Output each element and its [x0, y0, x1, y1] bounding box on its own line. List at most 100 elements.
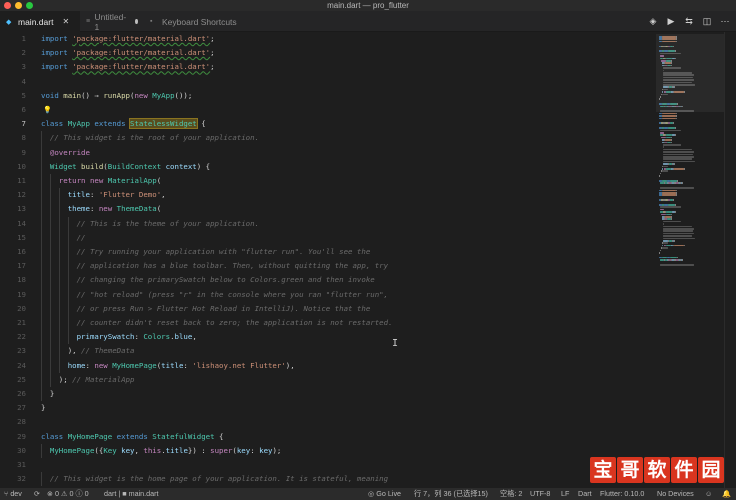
code-token: ); [41, 374, 73, 384]
line-number: 5 [21, 90, 26, 100]
more-icon[interactable]: ⋯ [720, 16, 730, 27]
code-line[interactable]: 22 primarySwatch: Colors.blue, [0, 330, 652, 345]
code-line[interactable]: 16 // Try running your application with … [0, 245, 652, 260]
code-line[interactable]: 29 class MyHomePage extends StatefulWidge… [0, 430, 652, 444]
indent-guide [49, 301, 51, 316]
code-token: ); [272, 445, 282, 455]
code-line[interactable]: 26 } [0, 387, 652, 402]
code-token: : [89, 190, 99, 200]
run-icon[interactable]: ▶ [666, 16, 676, 27]
minimap-token [682, 182, 684, 184]
code-token: MyHomePage [67, 431, 117, 441]
code-token: // changing the primarySwatch below to C… [41, 275, 375, 285]
code-line[interactable]: 10 Widget build(BuildContext context) { [0, 159, 652, 174]
code-line[interactable]: 15 // [0, 230, 652, 245]
code-token: // application has a blue toolbar. Then,… [41, 261, 389, 271]
encoding[interactable]: UTF-8 [530, 488, 550, 500]
code-line[interactable]: 8 // This widget is the root of your app… [0, 131, 652, 146]
indent-guide [41, 358, 42, 373]
code-line[interactable]: 13 theme: new ThemeData( [0, 202, 652, 217]
line-number: 11 [17, 176, 26, 185]
sync-icon[interactable]: ⟳ [34, 488, 40, 500]
line-number: 19 [17, 289, 26, 299]
unsaved-dot-icon[interactable] [135, 19, 138, 24]
indent-guide [58, 202, 60, 217]
minimap-token [659, 264, 695, 266]
tab-keyboard-shortcuts[interactable]: ▪ Keyboard Shortcuts [144, 11, 254, 32]
code-line[interactable]: 1 import 'package:flutter/material.dart'; [0, 32, 652, 46]
code-line[interactable]: 11 return new MaterialApp( [0, 174, 652, 189]
minimap-token [662, 235, 693, 237]
indent-guide [49, 273, 51, 288]
workspace-status[interactable]: dart | ■ main.dart [104, 488, 159, 500]
code-line[interactable]: 23 ), // ThemeData [0, 344, 652, 359]
device-selector[interactable]: No Devices [657, 488, 694, 500]
language-mode[interactable]: Dart [578, 488, 592, 500]
code-editor[interactable]: 1 import 'package:flutter/material.dart';… [0, 32, 652, 488]
line-number: 1 [21, 34, 26, 43]
minimap-token [674, 134, 677, 136]
code-line[interactable]: 14 // This is the theme of your applicat… [0, 216, 652, 231]
minimap-token [662, 144, 682, 146]
code-line[interactable]: 24 home: new MyHomePage(title: 'lishaoy.… [0, 358, 652, 373]
code-token: import [41, 48, 73, 58]
problems-status[interactable]: ⊗ 0 ⚠ 0 ⓘ 0 [47, 488, 89, 500]
split-editor-icon[interactable]: ◫ [702, 16, 712, 27]
code-text: // This widget is the root of your appli… [41, 131, 259, 145]
watermark-glyph: 软 [644, 457, 670, 483]
indent-guide [41, 287, 42, 302]
code-token: } [41, 403, 46, 413]
code-line[interactable]: 27} [0, 401, 652, 415]
minimap-viewport[interactable] [656, 34, 724, 112]
branch-status[interactable]: ⑂ dev [4, 488, 22, 500]
indent-guide [49, 245, 51, 260]
code-line[interactable]: 19 // "hot reload" (press "r" in the con… [0, 287, 652, 302]
code-token: 'Flutter Demo' [98, 190, 162, 200]
indent-guide [41, 301, 42, 316]
notifications-icon[interactable]: 🔔 [722, 488, 731, 500]
feedback-icon[interactable]: ☺ [705, 488, 712, 500]
close-tab-icon[interactable]: ✕ [62, 17, 69, 26]
indentation[interactable]: 空格: 2 [500, 488, 522, 500]
cursor-position[interactable]: 行 7，列 36 (已选择15) [414, 488, 488, 500]
code-line[interactable]: 28 [0, 415, 652, 429]
tab-main-dart[interactable]: ◆ main.dart ✕ [0, 11, 80, 32]
code-line[interactable]: 2 import 'package:flutter/material.dart'; [0, 46, 652, 60]
watermark-glyph: 哥 [617, 457, 643, 483]
code-line[interactable]: 4 [0, 75, 652, 89]
code-line[interactable]: 30 MyHomePage({Key key, this.title}) : s… [0, 443, 652, 458]
code-line[interactable]: 12 title: 'Flutter Demo', [0, 188, 652, 203]
code-line[interactable]: 20 // or press Run > Flutter Hot Reload … [0, 301, 652, 316]
minimap-token [662, 160, 695, 163]
compare-icon[interactable]: ⇆ [684, 16, 694, 27]
line-number: 15 [17, 232, 26, 242]
minimap-token [662, 148, 693, 151]
indent-guide [41, 245, 42, 260]
code-line[interactable]: 5 void main() ⇒ runApp(new MyApp()); [0, 89, 652, 103]
line-endings[interactable]: LF [561, 488, 569, 500]
code-token: ; [210, 62, 215, 72]
code-line[interactable]: 32 // This widget is the home page of yo… [0, 472, 652, 487]
code-line[interactable]: 3 import 'package:flutter/material.dart'; [0, 60, 652, 74]
code-token: @override [41, 147, 90, 157]
minimap[interactable] [656, 32, 724, 488]
minimap-token [665, 136, 671, 139]
code-line[interactable]: 7 class MyApp extends StatelessWidget { [0, 117, 652, 131]
code-line[interactable]: 25 ); // MaterialApp [0, 372, 652, 387]
lightbulb-icon[interactable]: 💡 [43, 103, 52, 117]
code-token: Key [103, 445, 122, 455]
code-line[interactable]: 17 // application has a blue toolbar. Th… [0, 259, 652, 274]
code-token: // This is the theme of your application… [41, 218, 260, 228]
line-number: 7 [21, 119, 26, 129]
code-line[interactable]: 31 [0, 458, 652, 472]
vertical-scrollbar[interactable] [724, 32, 736, 488]
code-line[interactable]: 21 // counter didn't reset back to zero;… [0, 316, 652, 331]
code-line[interactable]: 9 @override [0, 145, 652, 160]
code-line[interactable]: 18 // changing the primarySwatch below t… [0, 273, 652, 288]
code-line[interactable]: 6 💡 [0, 103, 652, 117]
go-live-button[interactable]: ◎ Go Live [368, 488, 401, 500]
minimap-token [674, 168, 684, 170]
debug-icon[interactable]: ◈ [648, 16, 658, 27]
tab-untitled-1[interactable]: ≡ Untitled-1 [80, 11, 144, 32]
flutter-version[interactable]: Flutter: 0.10.0 [600, 488, 644, 500]
